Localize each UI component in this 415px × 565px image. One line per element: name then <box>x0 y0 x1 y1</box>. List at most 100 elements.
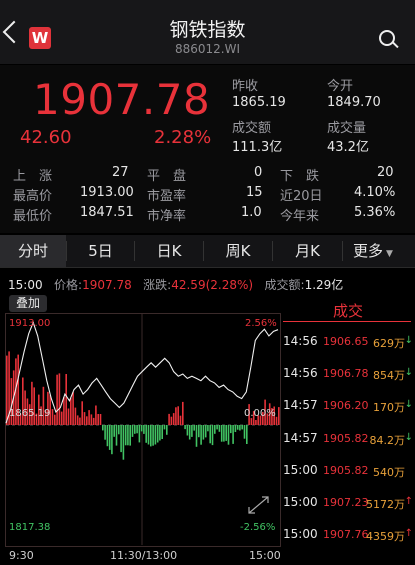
volume-bar <box>111 425 113 455</box>
arrow-down-icon: ↓ <box>404 399 413 410</box>
volume-bar <box>70 398 72 425</box>
trade-time: 15:00 <box>283 527 318 541</box>
time-axis-start: 9:30 <box>9 549 34 562</box>
volume-bar <box>127 425 129 446</box>
volume-bar <box>220 425 223 442</box>
volume-bar <box>136 425 138 434</box>
volume-bar <box>152 425 154 446</box>
arrow-down-icon: ↓ <box>404 367 413 378</box>
volume-bar <box>92 417 95 425</box>
volume-bar <box>131 425 134 437</box>
volume-bar <box>168 413 170 425</box>
trade-row: 15:00 1907.76 4359万 ↑ <box>283 527 415 547</box>
volume-bar <box>54 414 56 425</box>
volume-bars <box>6 351 280 460</box>
volume-bar <box>63 397 65 425</box>
volume-bar <box>95 405 97 425</box>
volume-bar <box>120 425 122 453</box>
volume-bar <box>202 425 205 440</box>
volume-bar <box>134 425 136 434</box>
volume-bar <box>42 386 45 425</box>
volume-bar <box>108 425 111 450</box>
volume-bar <box>113 425 115 437</box>
time-axis-end: 15:00 <box>249 549 281 562</box>
volume-bar <box>236 425 239 430</box>
volume-bar <box>150 425 152 447</box>
volume-bar <box>204 425 207 438</box>
volume-bar <box>122 425 125 460</box>
volume-bar <box>79 417 81 425</box>
trades-tab-title[interactable]: 成交 <box>283 300 413 321</box>
volume-bar <box>156 425 159 443</box>
volume-bar <box>143 425 145 434</box>
volume-bar <box>223 425 225 442</box>
volume-bar <box>227 425 230 445</box>
trade-row: 14:57 1906.20 170万 ↓ <box>283 398 415 418</box>
trades-tab-underline <box>283 321 411 322</box>
volume-bar <box>118 425 120 435</box>
volume-bar <box>163 425 166 430</box>
time-axis-mid: 11:30/13:00 <box>110 549 178 562</box>
volume-bar <box>161 425 163 439</box>
trade-volume: 170万 <box>373 401 405 414</box>
volume-bar <box>200 425 202 445</box>
volume-bar <box>74 407 77 425</box>
volume-bar <box>90 414 93 425</box>
trade-row: 14:56 1906.65 629万 ↓ <box>283 334 415 354</box>
volume-bar <box>88 410 90 425</box>
volume-bar <box>193 425 195 431</box>
volume-bar <box>209 425 211 444</box>
volume-bar <box>159 425 161 441</box>
arrow-down-icon: ↓ <box>404 335 413 346</box>
volume-bar <box>166 425 168 435</box>
volume-bar <box>184 425 186 430</box>
volume-bar <box>97 414 99 425</box>
arrow-down-icon: ↓ <box>404 432 413 443</box>
volume-bar <box>195 425 198 447</box>
volume-bar <box>147 425 150 445</box>
volume-bar <box>170 416 173 425</box>
trade-row: 14:56 1906.78 854万 ↓ <box>283 366 415 386</box>
volume-bar <box>198 425 200 438</box>
volume-bar <box>51 409 54 425</box>
trade-time: 14:57 <box>283 431 318 445</box>
trade-price: 1906.78 <box>323 367 369 380</box>
y-axis-low: 1817.38 <box>9 522 51 533</box>
trade-time: 15:00 <box>283 495 318 509</box>
trade-row: 14:57 1905.82 84.2万 ↓ <box>283 431 415 451</box>
volume-bar <box>232 425 234 444</box>
trade-time: 14:57 <box>283 398 318 412</box>
y-axis-high: 1913.00 <box>9 318 51 329</box>
trade-volume: 540万 <box>373 466 405 479</box>
volume-bar <box>177 406 179 425</box>
trade-price: 1907.76 <box>323 528 369 541</box>
volume-bar <box>86 416 88 425</box>
trade-volume: 629万 <box>373 337 405 350</box>
volume-bar <box>243 425 246 439</box>
volume-bar <box>225 425 227 441</box>
volume-bar <box>255 420 257 425</box>
arrow-up-icon: ↑ <box>404 496 413 507</box>
trade-volume: 84.2万 <box>369 434 406 447</box>
volume-bar <box>278 407 280 425</box>
volume-bar <box>214 425 216 434</box>
trade-time: 15:00 <box>283 463 318 477</box>
expand-icon <box>248 496 269 514</box>
volume-bar <box>99 414 102 425</box>
pct-axis-high: 2.56% <box>245 318 277 329</box>
volume-bar <box>58 373 61 425</box>
trade-price: 1907.23 <box>323 496 369 509</box>
volume-bar <box>124 425 127 446</box>
volume-bar <box>216 425 218 430</box>
volume-bar <box>275 416 278 425</box>
trade-price: 1905.82 <box>323 432 369 445</box>
trade-row: 15:00 1907.23 5172万 ↑ <box>283 495 415 515</box>
volume-bar <box>234 425 237 432</box>
volume-bar <box>56 374 58 425</box>
volume-bar <box>65 374 67 425</box>
volume-bar <box>115 425 118 446</box>
volume-bar <box>72 392 74 425</box>
volume-bar <box>241 425 243 430</box>
volume-bar <box>239 425 241 431</box>
volume-bar <box>175 407 177 425</box>
